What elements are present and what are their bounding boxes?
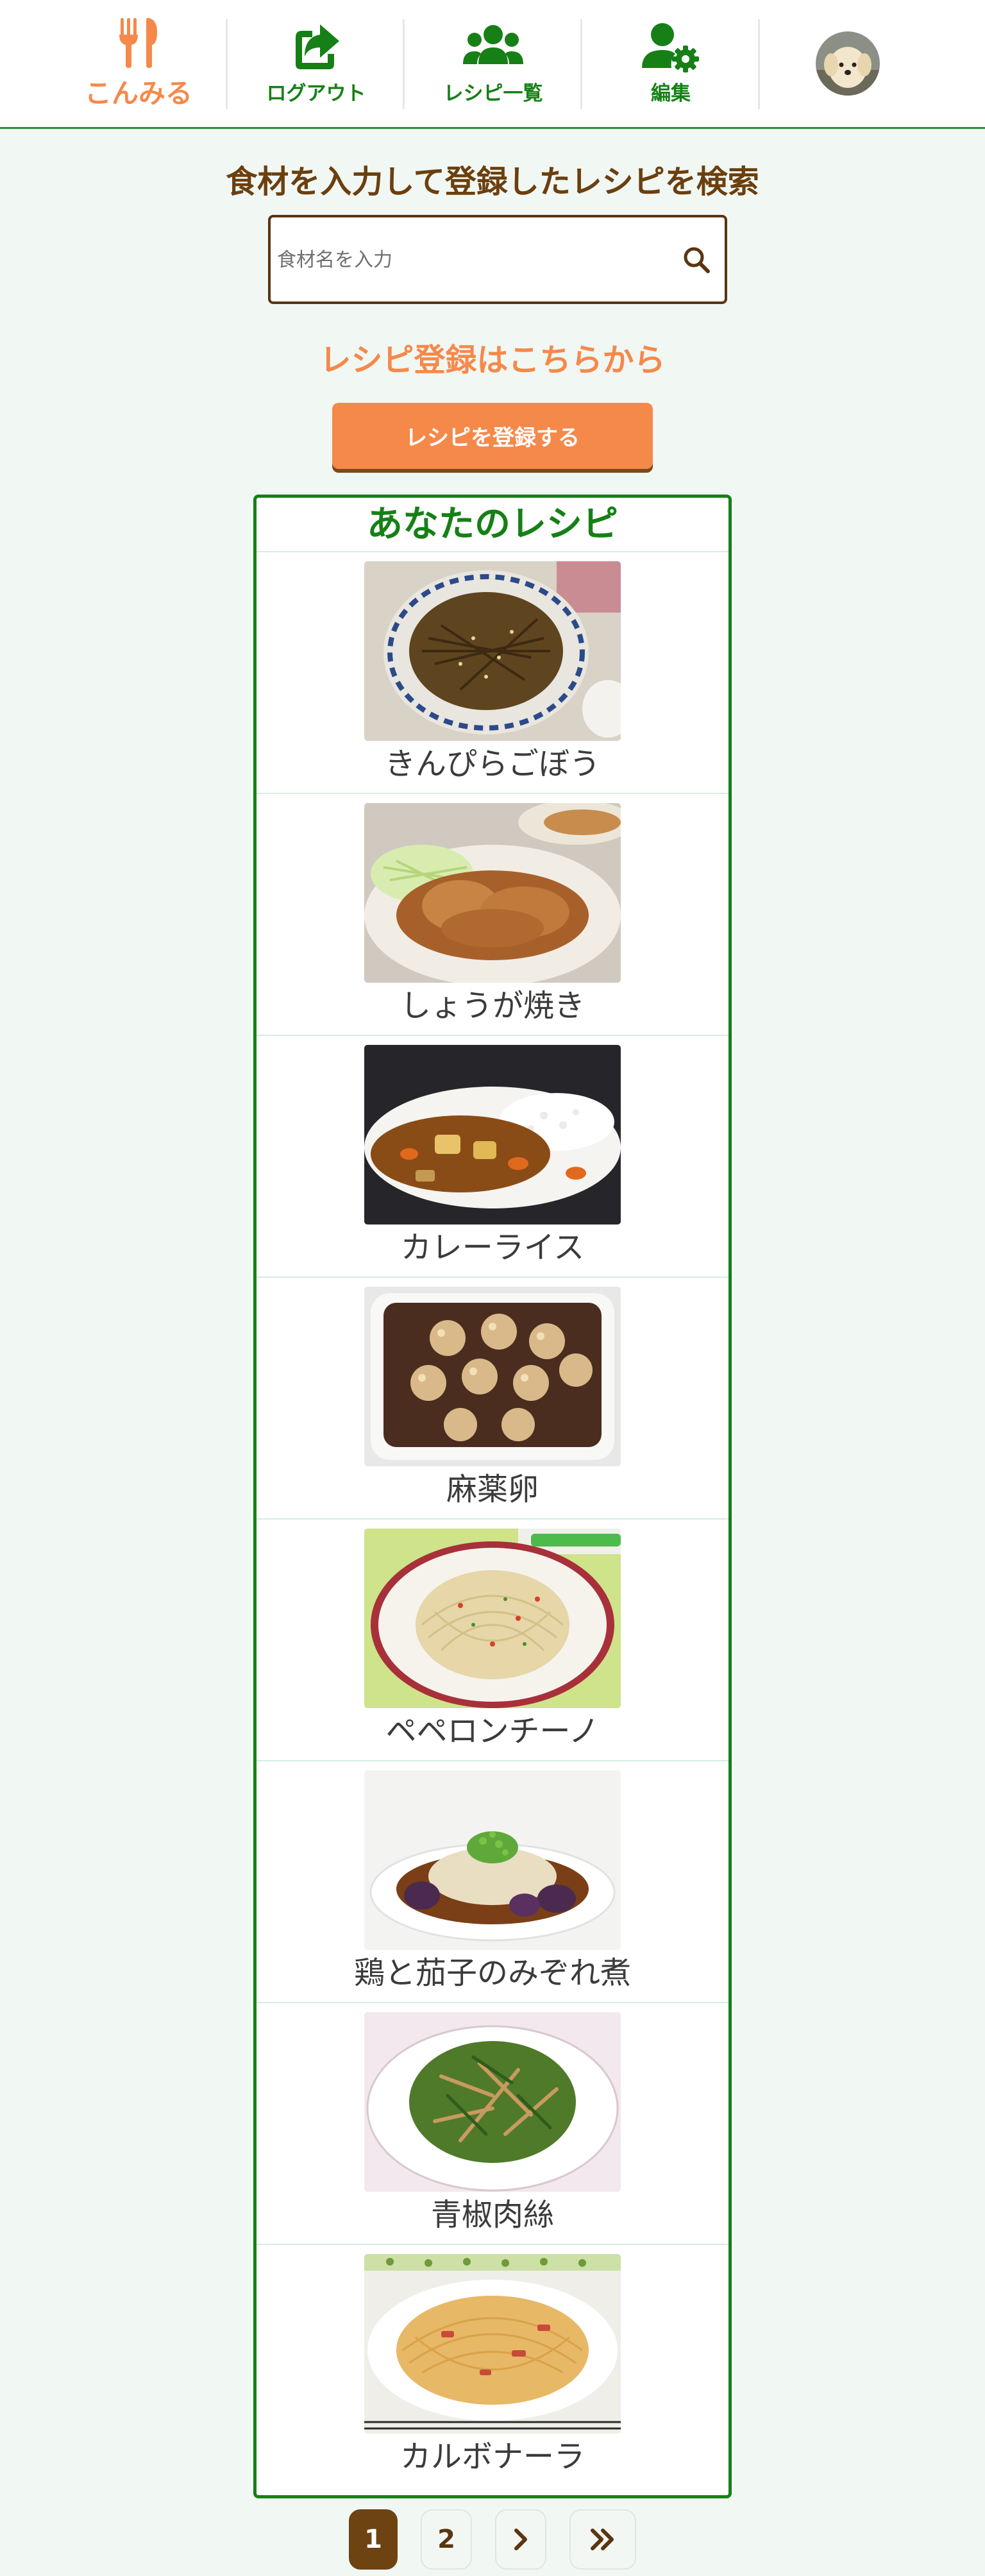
register-recipe-button[interactable]: レシピを登録する [332, 403, 653, 469]
nav-brand-home[interactable]: こんみる [50, 0, 227, 127]
nav-logout[interactable]: ログアウト [228, 0, 405, 127]
register-heading: レシピ登録はこちらから [319, 342, 666, 378]
recipe-name: 麻薬卵 [446, 1471, 539, 1507]
recipe-photo-peperoncino [364, 1529, 621, 1708]
app-header: こんみる ログアウト レシピ一覧 編集 [0, 0, 985, 129]
recipe-card[interactable]: 鶏と茄子のみぞれ煮 [257, 1761, 728, 2003]
recipe-card[interactable]: カレーライス [257, 1036, 728, 1278]
search-box [268, 215, 727, 304]
pagination: 1 2 [0, 2509, 985, 2571]
logout-icon [290, 22, 342, 73]
search-input[interactable] [276, 223, 663, 298]
brand-label: こんみる [84, 77, 192, 109]
recipe-photo-kinpira [364, 561, 621, 741]
recipe-photo-shogayaki [364, 803, 621, 983]
recipe-name: きんぴらごぼう [384, 746, 600, 782]
recipe-photo-carbonara [364, 2254, 621, 2434]
recipe-card[interactable]: きんぴらごぼう [257, 552, 728, 794]
panel-title: あなたのレシピ [257, 498, 728, 552]
recipe-photo-chinjao [364, 2012, 621, 2192]
fork-knife-icon [116, 17, 161, 68]
recipe-name: しょうが焼き [400, 988, 585, 1024]
recipe-card[interactable]: カルボナーラ [257, 2245, 728, 2487]
user-gear-icon [642, 22, 700, 73]
last-page-button[interactable] [569, 2509, 636, 2570]
page-button-current[interactable]: 1 [349, 2509, 398, 2570]
page-button[interactable]: 2 [421, 2509, 472, 2570]
double-chevron-right-icon [591, 2529, 614, 2550]
nav-recipe-list[interactable]: レシピ一覧 [405, 0, 582, 127]
search-title: 食材を入力して登録したレシピを検索 [226, 164, 759, 200]
next-page-button[interactable] [495, 2509, 546, 2570]
logout-label: ログアウト [266, 81, 366, 105]
recipe-name: カレーライス [400, 1230, 585, 1266]
nav-divider [758, 19, 760, 109]
recipe-list-label: レシピ一覧 [443, 81, 543, 105]
recipe-card[interactable]: ペペロンチーノ [257, 1520, 728, 1761]
recipe-name: カルボナーラ [400, 2439, 585, 2475]
chevron-right-icon [514, 2529, 527, 2550]
recipe-name: 青椒肉絲 [430, 2197, 554, 2233]
recipe-photo-mayaku-egg [364, 1287, 621, 1466]
recipe-name: 鶏と茄子のみぞれ煮 [353, 1955, 631, 1991]
search-button[interactable] [680, 243, 713, 276]
recipe-card[interactable]: 青椒肉絲 [257, 2003, 728, 2245]
nav-edit[interactable]: 編集 [582, 0, 759, 127]
users-icon [463, 22, 523, 73]
edit-label: 編集 [651, 81, 691, 105]
recipe-photo-curry [364, 1045, 621, 1224]
search-icon [684, 247, 710, 273]
recipe-photo-chicken-eggplant [364, 1770, 621, 1950]
recipe-panel: あなたのレシピ きんぴらごぼう しょうが焼き カレーライス 麻薬卵 ペペロンチー… [253, 495, 732, 2498]
recipe-card[interactable]: 麻薬卵 [257, 1278, 728, 1520]
recipe-card[interactable]: しょうが焼き [257, 794, 728, 1036]
recipe-name: ペペロンチーノ [385, 1713, 600, 1749]
user-avatar[interactable] [816, 31, 880, 96]
